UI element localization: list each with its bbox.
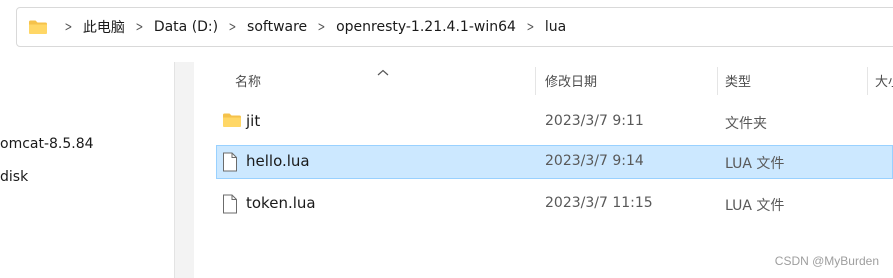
- column-header-modified[interactable]: 修改日期: [545, 71, 597, 90]
- chevron-right-icon[interactable]: >: [318, 20, 326, 35]
- breadcrumb-openresty[interactable]: openresty-1.21.4.1-win64: [336, 19, 516, 35]
- breadcrumb-this-pc[interactable]: 此电脑: [83, 17, 125, 37]
- file-type: LUA 文件: [725, 156, 785, 172]
- column-header-type[interactable]: 类型: [725, 71, 751, 90]
- file-row-token-lua[interactable]: token.lua 2023/3/7 11:15 LUA 文件: [216, 187, 893, 221]
- breadcrumb-data-drive[interactable]: Data (D:): [154, 19, 218, 35]
- file-list: 名称 修改日期 类型 大小 jit 2023/3/7 9:11 文件夹 hell…: [194, 62, 893, 278]
- chevron-right-icon: >: [64, 19, 73, 35]
- file-row-hello-lua[interactable]: hello.lua 2023/3/7 9:14 LUA 文件: [216, 145, 893, 179]
- nav-item-tomcat[interactable]: omcat-8.5.84: [0, 136, 94, 152]
- chevron-right-icon[interactable]: >: [229, 20, 237, 35]
- column-divider[interactable]: [717, 67, 718, 95]
- chevron-right-icon[interactable]: >: [136, 20, 144, 35]
- chevron-right-icon[interactable]: >: [527, 20, 535, 35]
- file-modified: 2023/3/7 9:14: [545, 153, 644, 169]
- file-modified: 2023/3/7 9:11: [545, 113, 644, 129]
- breadcrumb-software[interactable]: software: [247, 19, 307, 35]
- nav-item-disk[interactable]: disk: [0, 169, 28, 185]
- pane-divider[interactable]: [174, 62, 195, 278]
- file-row-jit[interactable]: jit 2023/3/7 9:11 文件夹: [216, 105, 893, 139]
- address-bar[interactable]: > 此电脑 > Data (D:) > software > openresty…: [16, 7, 893, 47]
- breadcrumb-lua[interactable]: lua: [545, 19, 566, 35]
- file-name: token.lua: [246, 194, 316, 212]
- file-modified: 2023/3/7 11:15: [545, 195, 653, 211]
- folder-icon: [28, 19, 48, 35]
- column-header-name[interactable]: 名称: [235, 71, 261, 90]
- column-divider[interactable]: [867, 67, 868, 95]
- address-bar-area: > 此电脑 > Data (D:) > software > openresty…: [0, 0, 893, 62]
- file-type: LUA 文件: [725, 198, 785, 214]
- sort-ascending-icon: [377, 62, 389, 81]
- column-divider[interactable]: [535, 67, 536, 95]
- file-icon: [222, 194, 238, 218]
- file-name: hello.lua: [246, 152, 310, 170]
- file-type: 文件夹: [725, 116, 767, 132]
- file-name: jit: [246, 112, 261, 130]
- navigation-pane: omcat-8.5.84 disk: [0, 62, 174, 278]
- folder-icon: [222, 112, 242, 132]
- file-icon: [222, 152, 238, 176]
- column-header-size[interactable]: 大小: [875, 71, 893, 90]
- watermark: CSDN @MyBurden: [774, 254, 879, 268]
